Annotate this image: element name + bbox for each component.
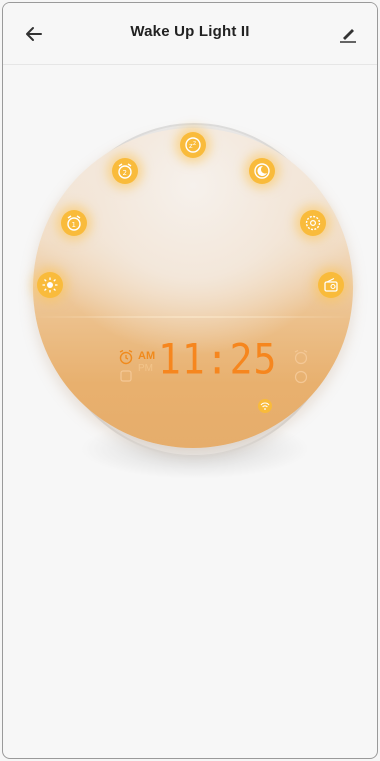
globe-band <box>33 316 353 318</box>
pencil-icon <box>340 29 356 43</box>
lcd-display: AM PM 11:25 <box>108 334 308 397</box>
light-globe: z z 2 1 AM PM 11:25 <box>33 128 353 448</box>
radio-icon <box>324 278 338 292</box>
brightness-button[interactable] <box>37 272 63 298</box>
svg-text:z: z <box>193 140 196 147</box>
page-title: Wake Up Light II <box>130 23 250 40</box>
alarm-2-icon: 2 <box>118 163 132 179</box>
alarm-2-indicator-icon <box>120 370 132 382</box>
app-window: Wake Up Light II z z 2 1 AM PM 11:25 <box>2 2 378 759</box>
moon-icon <box>254 163 270 179</box>
wifi-icon <box>258 399 272 413</box>
sleep-zz-icon: z z <box>185 137 201 153</box>
settings-button[interactable] <box>300 210 326 236</box>
clock-time: 11:25 <box>158 334 278 384</box>
sun-brightness-icon <box>42 277 58 293</box>
sleep-button[interactable]: z z <box>180 132 206 158</box>
alarm-1-button[interactable]: 1 <box>61 210 87 236</box>
svg-text:2: 2 <box>123 169 127 177</box>
night-light-button[interactable] <box>249 158 275 184</box>
wake-up-light-device: z z 2 1 AM PM 11:25 <box>25 119 361 479</box>
header-divider <box>3 64 377 65</box>
alarm-1-icon: 1 <box>67 215 81 231</box>
alarm-snooze-indicator-icon <box>294 349 308 365</box>
settings-gear-icon <box>305 215 321 231</box>
top-bar: Wake Up Light II <box>3 3 377 65</box>
pm-indicator: PM <box>138 363 153 374</box>
alarm-2-button[interactable]: 2 <box>112 158 138 184</box>
edit-button[interactable] <box>335 21 361 47</box>
alarm-off-indicator-icon <box>294 370 308 384</box>
am-indicator: AM <box>138 350 156 362</box>
radio-button[interactable] <box>318 272 344 298</box>
svg-text:1: 1 <box>72 221 76 229</box>
alarm-indicator-icon <box>119 349 133 365</box>
